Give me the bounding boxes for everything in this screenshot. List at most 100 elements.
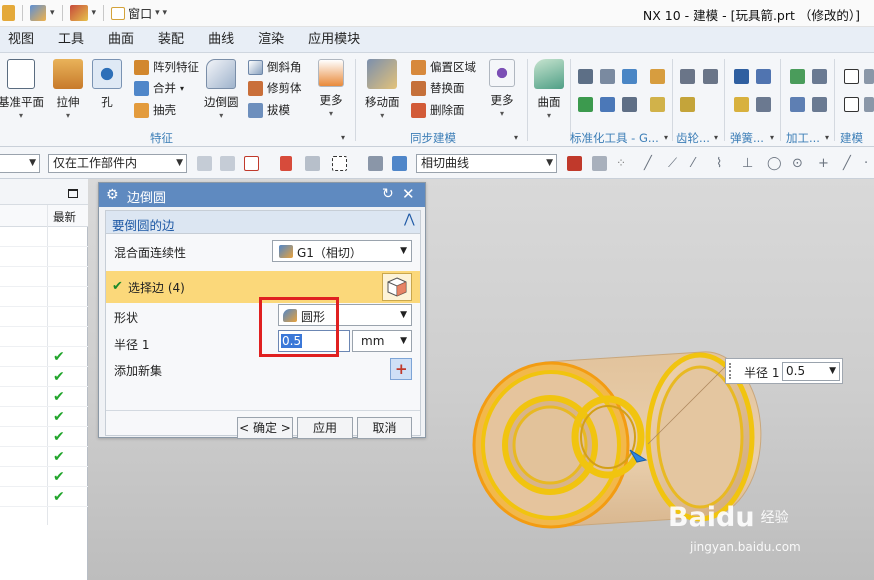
navigator-row[interactable]: ✔: [0, 407, 88, 427]
navigator-row[interactable]: [0, 327, 88, 347]
chevron-down-icon[interactable]: ▾: [92, 8, 97, 18]
face-filter-icon[interactable]: [392, 156, 407, 171]
process-tool-icon[interactable]: [812, 69, 827, 84]
snap-point-icon[interactable]: [567, 156, 582, 171]
navigator-row[interactable]: [0, 267, 88, 287]
gear-tool-icon[interactable]: [680, 69, 695, 84]
process-tool-icon[interactable]: [812, 97, 827, 112]
part-icon[interactable]: [30, 5, 46, 21]
std-tool-icon[interactable]: [622, 97, 637, 112]
continuity-dropdown[interactable]: G1（相切） ▼: [272, 240, 412, 262]
window-menu[interactable]: 窗口 ▾ ▾: [111, 5, 167, 22]
spring-tool-icon[interactable]: [734, 69, 749, 84]
menu-curve[interactable]: 曲线: [196, 27, 246, 53]
menu-view[interactable]: 视图: [0, 27, 46, 53]
snap-grid-icon[interactable]: ⁘: [616, 156, 631, 171]
latest-column-header[interactable]: 最新: [53, 209, 76, 225]
select-feature-icon[interactable]: [280, 156, 292, 171]
cancel-button[interactable]: 取消: [357, 417, 412, 439]
radius-tip-field[interactable]: 0.5 ▼: [782, 362, 840, 381]
arrow-icon[interactable]: [592, 156, 607, 171]
quadrant-icon[interactable]: ⊙: [792, 156, 807, 171]
spring-tool-icon[interactable]: [756, 97, 771, 112]
type-filter-dropdown[interactable]: ▼: [0, 154, 40, 173]
select-edge-button[interactable]: [382, 273, 412, 301]
menu-render[interactable]: 渲染: [246, 27, 296, 53]
back-end-ring-inner[interactable]: [656, 365, 744, 509]
snap-icon[interactable]: [220, 156, 235, 171]
dialog-title-bar[interactable]: ⚙ 边倒圆 ↻ ✕: [99, 183, 425, 207]
chevron-down-icon[interactable]: ▾: [341, 133, 345, 142]
center-icon[interactable]: ◯: [767, 156, 782, 171]
select-box-icon[interactable]: [244, 156, 259, 171]
tangent-snap-icon[interactable]: ⁄: [692, 156, 707, 171]
replace-face-button[interactable]: 替换面: [411, 80, 465, 96]
process-tool-icon[interactable]: [790, 69, 805, 84]
shell-button[interactable]: 抽壳: [134, 102, 176, 118]
spring-tool-icon[interactable]: [756, 69, 771, 84]
spring-tool-icon[interactable]: [734, 97, 749, 112]
draft-button[interactable]: 拔模: [248, 102, 290, 118]
extrude-button[interactable]: 拉伸 ▾: [53, 59, 83, 120]
reset-icon[interactable]: ↻: [382, 186, 394, 202]
open-icon[interactable]: [2, 5, 15, 21]
radius-unit-dropdown[interactable]: mm ▼: [352, 330, 412, 352]
navigator-row[interactable]: [0, 307, 88, 327]
chevron-down-icon[interactable]: ▾: [664, 133, 668, 142]
add-new-set-button[interactable]: +: [390, 358, 412, 380]
navigator-row[interactable]: ✔: [0, 367, 88, 387]
control-point-icon[interactable]: ⌇: [716, 156, 731, 171]
selection-scope-dropdown[interactable]: 仅在工作部件内 ▼: [48, 154, 187, 173]
existing-point-icon[interactable]: +: [818, 156, 833, 171]
triangle-icon[interactable]: [844, 69, 859, 84]
std-tool-icon[interactable]: [622, 69, 637, 84]
navigator-row[interactable]: ✔: [0, 347, 88, 367]
drag-grip-icon[interactable]: [729, 363, 733, 379]
build-tool-icon[interactable]: [864, 97, 874, 112]
cursor-icon[interactable]: [305, 156, 320, 171]
chevron-down-icon[interactable]: ▾: [770, 133, 774, 142]
radius-onscreen-input[interactable]: 半径 1 0.5 ▼: [725, 358, 843, 384]
surface-button[interactable]: 曲面 ▾: [534, 59, 564, 120]
build-tool-icon[interactable]: [864, 69, 874, 84]
gear-tool-icon[interactable]: [680, 97, 695, 112]
filter-icon[interactable]: [197, 156, 212, 171]
ok-button[interactable]: < 确定 >: [237, 417, 293, 439]
menu-surface[interactable]: 曲面: [96, 27, 146, 53]
edge-blend-button[interactable]: 边倒圆 ▾: [204, 59, 239, 120]
more-features-button[interactable]: 更多 ▾: [318, 59, 344, 118]
std-tool-icon[interactable]: [600, 97, 615, 112]
chevron-down-icon[interactable]: ▾: [825, 133, 829, 142]
datum-plane-button[interactable]: 基准平面 ▾: [0, 59, 44, 120]
hole-button[interactable]: 孔: [92, 59, 122, 110]
navigator-row[interactable]: ✔: [0, 487, 88, 507]
more-sync-button[interactable]: 更多 ▾: [489, 59, 515, 118]
process-tool-icon[interactable]: [790, 97, 805, 112]
move-face-button[interactable]: 移动面 ▾: [365, 59, 400, 120]
touch-mode-icon[interactable]: [69, 5, 88, 21]
navigator-row[interactable]: ✔: [0, 387, 88, 407]
body-filter-icon[interactable]: [368, 156, 383, 171]
rect-select-icon[interactable]: [332, 156, 347, 171]
chevron-up-icon[interactable]: ⋀: [404, 212, 415, 227]
pattern-feature-button[interactable]: 阵列特征: [134, 59, 199, 75]
chevron-down-icon[interactable]: ▾: [714, 133, 718, 142]
point-on-curve-icon[interactable]: ╱: [843, 156, 858, 171]
menu-application[interactable]: 应用模块: [296, 27, 372, 53]
gear-icon[interactable]: ⚙: [106, 187, 119, 203]
slash-snap-icon[interactable]: ⟋: [668, 156, 683, 171]
navigator-row[interactable]: [0, 287, 88, 307]
chevron-down-icon[interactable]: ▾: [514, 133, 518, 142]
chevron-down-icon[interactable]: ▾: [50, 8, 55, 18]
std-tool-icon[interactable]: [600, 69, 615, 84]
edge-section-header[interactable]: 要倒圆的边 ⋀: [106, 211, 420, 234]
menu-tools[interactable]: 工具: [46, 27, 96, 53]
std-tool-icon[interactable]: [578, 97, 593, 112]
menu-assembly[interactable]: 装配: [146, 27, 196, 53]
apply-button[interactable]: 应用: [297, 417, 353, 439]
sketch-icon[interactable]: [844, 97, 859, 112]
chamfer-button[interactable]: 倒斜角: [248, 59, 302, 75]
curve-rule-dropdown[interactable]: 相切曲线 ▼: [416, 154, 557, 173]
unite-button[interactable]: 合并 ▾: [134, 80, 184, 96]
navigator-row[interactable]: ✔: [0, 467, 88, 487]
